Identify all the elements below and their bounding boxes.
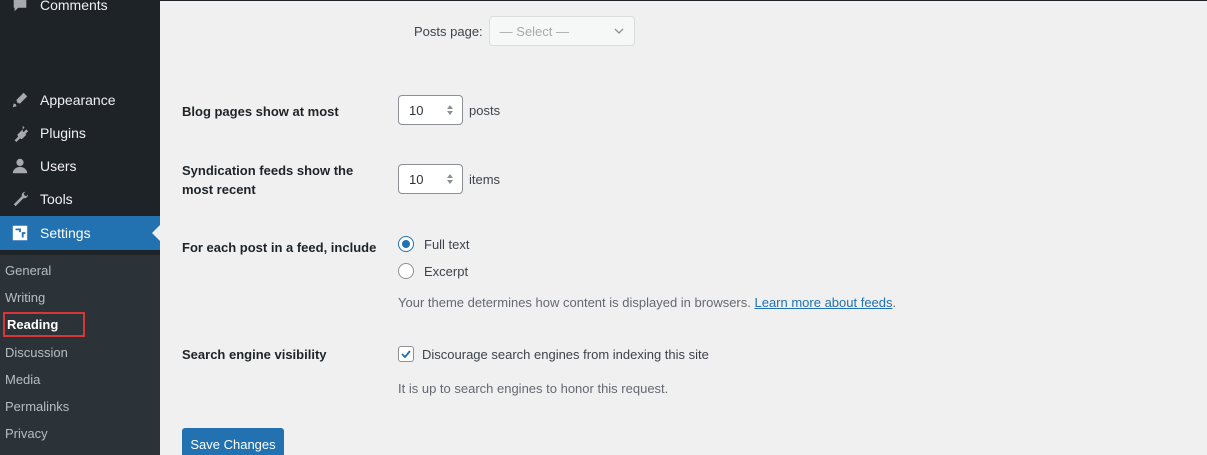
posts-page-select[interactable]: — Select — (488, 16, 635, 46)
radio-full-text-label: Full text (424, 236, 470, 252)
feed-desc-text: Your theme determines how content is dis… (398, 295, 755, 310)
submenu-reading[interactable]: Reading (0, 311, 160, 338)
settings-icon (10, 223, 30, 243)
syndication-label: Syndication feeds show the most recent (182, 163, 354, 197)
posts-page-value: — Select — (499, 23, 570, 39)
settings-main: Posts page: — Select — Blog pages show a… (160, 0, 1207, 455)
radio-excerpt-label: Excerpt (424, 263, 469, 279)
discourage-search-label: Discourage search engines from indexing … (422, 346, 709, 362)
discourage-search-row[interactable]: Discourage search engines from indexing … (398, 346, 709, 362)
menu-item-appearance[interactable]: Appearance (0, 83, 160, 117)
plugins-icon (10, 123, 30, 143)
menu-label: Settings (40, 225, 91, 241)
admin-sidebar: Comments Appearance Plugins Users Tools … (0, 0, 160, 455)
submenu-permalinks[interactable]: Permalinks (0, 393, 160, 420)
tools-icon (10, 189, 30, 209)
menu-label: Tools (40, 191, 73, 207)
menu-label: Appearance (40, 92, 116, 108)
menu-item-settings[interactable]: Settings (0, 216, 160, 250)
menu-item-plugins[interactable]: Plugins (0, 116, 160, 150)
submenu-privacy[interactable]: Privacy (0, 420, 160, 447)
users-icon (10, 156, 30, 176)
syndication-suffix: items (469, 171, 501, 187)
menu-label: Comments (40, 0, 108, 13)
spinner-icon[interactable] (444, 102, 456, 118)
search-description: It is up to search engines to honor this… (398, 381, 669, 396)
posts-page-label: Posts page: (414, 23, 483, 39)
menu-label: Users (40, 158, 77, 174)
syndication-input[interactable]: 10 (398, 164, 463, 194)
syndication-value: 10 (409, 171, 424, 187)
syndication-row: 10 items (398, 164, 500, 194)
search-visibility-label: Search engine visibility (182, 347, 327, 362)
blog-pages-value: 10 (409, 102, 424, 118)
blog-pages-row: 10 posts (398, 95, 500, 125)
blog-pages-suffix: posts (469, 102, 501, 118)
learn-more-feeds-link[interactable]: Learn more about feeds (754, 295, 892, 310)
submenu-general[interactable]: General (0, 257, 160, 284)
spinner-icon[interactable] (444, 171, 456, 187)
reading-highlight: Reading (3, 312, 86, 337)
radio-full-text-button[interactable] (398, 236, 414, 252)
menu-label: Plugins (40, 125, 86, 141)
blog-pages-label: Blog pages show at most (182, 104, 339, 119)
chevron-down-icon (614, 28, 624, 34)
checkmark-icon (401, 350, 411, 359)
discourage-search-checkbox[interactable] (398, 346, 414, 362)
submenu-media[interactable]: Media (0, 366, 160, 393)
feed-label: For each post in a feed, include (182, 240, 377, 255)
radio-excerpt-button[interactable] (398, 263, 414, 279)
menu-item-tools[interactable]: Tools (0, 182, 160, 216)
feed-desc-end: . (892, 295, 897, 310)
comments-icon (10, 0, 30, 15)
radio-excerpt[interactable]: Excerpt (398, 263, 468, 279)
menu-item-users[interactable]: Users (0, 149, 160, 183)
save-changes-button[interactable]: Save Changes (182, 428, 284, 455)
appearance-icon (10, 90, 30, 110)
menu-item-comments[interactable]: Comments (0, 0, 160, 22)
settings-submenu: General Writing Reading Discussion Media… (0, 255, 160, 455)
submenu-writing[interactable]: Writing (0, 284, 160, 311)
blog-pages-input[interactable]: 10 (398, 95, 463, 125)
posts-page-row: Posts page: — Select — (414, 16, 635, 46)
feed-description: Your theme determines how content is dis… (398, 295, 896, 310)
submenu-discussion[interactable]: Discussion (0, 339, 160, 366)
radio-full-text[interactable]: Full text (398, 236, 470, 252)
